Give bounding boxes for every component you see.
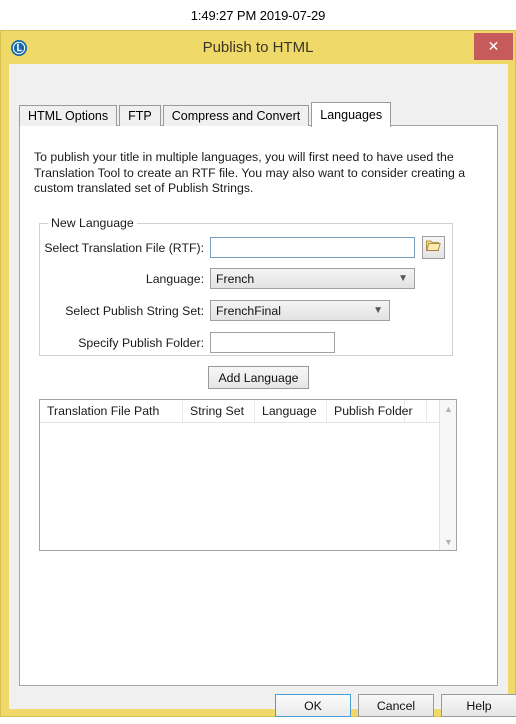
ok-button[interactable]: OK — [275, 694, 351, 717]
tab-html-options[interactable]: HTML Options — [19, 105, 118, 126]
chevron-down-icon: ▼ — [373, 304, 383, 316]
languages-tab-page: To publish your title in multiple langua… — [19, 125, 498, 686]
column-header-translation-file-path[interactable]: Translation File Path — [40, 400, 183, 422]
language-label: Language: — [145, 271, 204, 286]
publish-to-html-window: Publish to HTML ✕ HTML Options FTP Compr… — [0, 30, 516, 717]
translation-file-input[interactable] — [210, 237, 415, 258]
screen-timestamp-bar: 1:49:27 PM 2019-07-29 — [0, 0, 516, 30]
publish-string-set-label: Select Publish String Set: — [65, 303, 204, 318]
timestamp-text: 1:49:27 PM 2019-07-29 — [190, 7, 326, 23]
lectora-logo-icon — [10, 39, 28, 57]
publish-folder-input[interactable] — [210, 332, 335, 353]
translation-file-label: Select Translation File (RTF): — [44, 240, 204, 255]
help-button[interactable]: Help — [441, 694, 516, 717]
language-select[interactable]: French ▼ — [210, 268, 415, 289]
publish-folder-row: Specify Publish Folder: — [44, 332, 450, 353]
tab-ftp[interactable]: FTP — [119, 105, 161, 126]
column-header-string-set[interactable]: String Set — [183, 400, 255, 422]
language-table: Translation File Path String Set Languag… — [39, 399, 457, 551]
cancel-button[interactable]: Cancel — [358, 694, 434, 717]
tab-languages[interactable]: Languages — [311, 102, 392, 127]
publish-string-set-value: FrenchFinal — [216, 303, 281, 318]
publish-string-set-row: Select Publish String Set: FrenchFinal ▼ — [44, 300, 450, 321]
dialog-button-bar: OK Cancel Help — [19, 694, 516, 724]
language-table-scrollbar[interactable]: ▲ ▼ — [439, 400, 456, 550]
chevron-up-icon[interactable]: ▲ — [440, 400, 456, 417]
new-language-legend: New Language — [48, 216, 137, 230]
column-header-publish-folder[interactable]: Publish Folder — [327, 400, 413, 422]
translation-file-row: Select Translation File (RTF): — [44, 236, 450, 259]
column-header-language[interactable]: Language — [255, 400, 327, 422]
language-table-body — [40, 423, 456, 550]
publish-folder-label: Specify Publish Folder: — [78, 335, 204, 350]
folder-icon — [426, 239, 441, 257]
intro-text: To publish your title in multiple langua… — [34, 150, 466, 196]
chevron-down-icon[interactable]: ▼ — [440, 533, 456, 550]
column-header-spacer-1[interactable] — [405, 400, 427, 422]
new-language-groupbox: New Language Select Translation File (RT… — [39, 216, 453, 356]
add-language-button[interactable]: Add Language — [208, 366, 309, 389]
tab-compress-and-convert[interactable]: Compress and Convert — [162, 105, 310, 126]
tab-strip: HTML Options FTP Compress and Convert La… — [19, 102, 393, 127]
window-titlebar: Publish to HTML ✕ — [1, 31, 515, 64]
language-row: Language: French ▼ — [44, 268, 450, 289]
browse-translation-file-button[interactable] — [422, 236, 445, 259]
language-table-header: Translation File Path String Set Languag… — [40, 400, 456, 423]
close-button[interactable]: ✕ — [474, 33, 513, 60]
window-title: Publish to HTML — [202, 39, 314, 56]
chevron-down-icon: ▼ — [398, 272, 408, 284]
dialog-client-area: HTML Options FTP Compress and Convert La… — [9, 64, 516, 717]
language-select-value: French — [216, 271, 255, 286]
publish-string-set-select[interactable]: FrenchFinal ▼ — [210, 300, 390, 321]
